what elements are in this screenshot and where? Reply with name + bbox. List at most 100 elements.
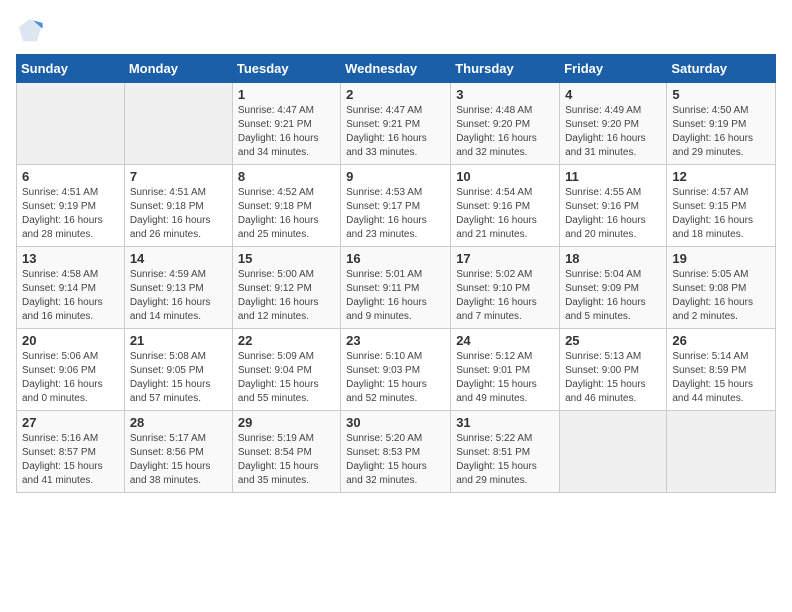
- calendar-cell: 12 Sunrise: 4:57 AM Sunset: 9:15 PM Dayli…: [667, 165, 776, 247]
- calendar-table: SundayMondayTuesdayWednesdayThursdayFrid…: [16, 54, 776, 493]
- calendar-cell: 25 Sunrise: 5:13 AM Sunset: 9:00 PM Dayli…: [560, 329, 667, 411]
- calendar-cell: 30 Sunrise: 5:20 AM Sunset: 8:53 PM Dayli…: [341, 411, 451, 493]
- day-number: 29: [238, 415, 335, 430]
- day-number: 8: [238, 169, 335, 184]
- day-info: Sunrise: 4:49 AM Sunset: 9:20 PM Dayligh…: [565, 104, 661, 160]
- calendar-cell: [667, 411, 776, 493]
- calendar-cell: 24Sunrise: 5:12 AM Sunset: 9:01 PM Dayli…: [451, 329, 560, 411]
- day-info: Sunrise: 5:16 AM Sunset: 8:57 PM Dayligh…: [22, 432, 119, 488]
- calendar-cell: 3 Sunrise: 4:48 AM Sunset: 9:20 PM Daylig…: [451, 83, 560, 165]
- day-info: Sunrise: 5:19 AM Sunset: 8:54 PM Dayligh…: [238, 432, 335, 488]
- day-number: 16: [346, 251, 445, 266]
- day-info: Sunrise: 5:04 AM Sunset: 9:09 PM Dayligh…: [565, 268, 661, 324]
- day-number: 22: [238, 333, 335, 348]
- calendar-cell: 4 Sunrise: 4:49 AM Sunset: 9:20 PM Daylig…: [560, 83, 667, 165]
- calendar-cell: [17, 83, 125, 165]
- calendar-cell: 23 Sunrise: 5:10 AM Sunset: 9:03 PM Dayli…: [341, 329, 451, 411]
- day-number: 2: [346, 87, 445, 102]
- calendar-cell: 1Sunrise: 4:47 AM Sunset: 9:21 PM Daylig…: [232, 83, 340, 165]
- calendar-cell: 7 Sunrise: 4:51 AM Sunset: 9:18 PM Daylig…: [124, 165, 232, 247]
- day-number: 10: [456, 169, 554, 184]
- day-info: Sunrise: 4:50 AM Sunset: 9:19 PM Dayligh…: [672, 104, 770, 160]
- calendar-cell: 28Sunrise: 5:17 AM Sunset: 8:56 PM Dayli…: [124, 411, 232, 493]
- day-info: Sunrise: 5:10 AM Sunset: 9:03 PM Dayligh…: [346, 350, 445, 406]
- calendar-week-row: 6 Sunrise: 4:51 AM Sunset: 9:19 PM Daylig…: [17, 165, 776, 247]
- calendar-cell: 19 Sunrise: 5:05 AM Sunset: 9:08 PM Dayli…: [667, 247, 776, 329]
- day-number: 20: [22, 333, 119, 348]
- calendar-cell: 18 Sunrise: 5:04 AM Sunset: 9:09 PM Dayli…: [560, 247, 667, 329]
- calendar-cell: 2 Sunrise: 4:47 AM Sunset: 9:21 PM Daylig…: [341, 83, 451, 165]
- calendar-cell: 17Sunrise: 5:02 AM Sunset: 9:10 PM Dayli…: [451, 247, 560, 329]
- day-info: Sunrise: 5:13 AM Sunset: 9:00 PM Dayligh…: [565, 350, 661, 406]
- day-number: 12: [672, 169, 770, 184]
- day-number: 6: [22, 169, 119, 184]
- calendar-cell: 15 Sunrise: 5:00 AM Sunset: 9:12 PM Dayli…: [232, 247, 340, 329]
- day-info: Sunrise: 5:01 AM Sunset: 9:11 PM Dayligh…: [346, 268, 445, 324]
- logo: [16, 16, 48, 44]
- weekday-header-monday: Monday: [124, 55, 232, 83]
- calendar-cell: 22 Sunrise: 5:09 AM Sunset: 9:04 PM Dayli…: [232, 329, 340, 411]
- calendar-cell: 13Sunrise: 4:58 AM Sunset: 9:14 PM Dayli…: [17, 247, 125, 329]
- day-info: Sunrise: 4:55 AM Sunset: 9:16 PM Dayligh…: [565, 186, 661, 242]
- calendar-week-row: 20 Sunrise: 5:06 AM Sunset: 9:06 PM Dayli…: [17, 329, 776, 411]
- day-number: 5: [672, 87, 770, 102]
- day-info: Sunrise: 4:47 AM Sunset: 9:21 PM Dayligh…: [346, 104, 445, 160]
- day-info: Sunrise: 4:59 AM Sunset: 9:13 PM Dayligh…: [130, 268, 227, 324]
- day-number: 9: [346, 169, 445, 184]
- weekday-header-tuesday: Tuesday: [232, 55, 340, 83]
- day-info: Sunrise: 5:20 AM Sunset: 8:53 PM Dayligh…: [346, 432, 445, 488]
- calendar-cell: 11 Sunrise: 4:55 AM Sunset: 9:16 PM Dayli…: [560, 165, 667, 247]
- day-number: 18: [565, 251, 661, 266]
- day-info: Sunrise: 4:48 AM Sunset: 9:20 PM Dayligh…: [456, 104, 554, 160]
- calendar-week-row: 27Sunrise: 5:16 AM Sunset: 8:57 PM Dayli…: [17, 411, 776, 493]
- calendar-week-row: 1 Sunrise: 4:47 AM Sunset: 9:21 PM Daylig…: [17, 83, 776, 165]
- day-number: 11: [565, 169, 661, 184]
- day-info: Sunrise: 4:54 AM Sunset: 9:16 PM Dayligh…: [456, 186, 554, 242]
- logo-icon: [16, 16, 44, 44]
- day-info: Sunrise: 5:17 AM Sunset: 8:56 PM Dayligh…: [130, 432, 227, 488]
- calendar-cell: 16 Sunrise: 5:01 AM Sunset: 9:11 PM Dayli…: [341, 247, 451, 329]
- day-info: Sunrise: 5:06 AM Sunset: 9:06 PM Dayligh…: [22, 350, 119, 406]
- day-info: Sunrise: 4:57 AM Sunset: 9:15 PM Dayligh…: [672, 186, 770, 242]
- day-number: 7: [130, 169, 227, 184]
- day-info: Sunrise: 4:51 AM Sunset: 9:19 PM Dayligh…: [22, 186, 119, 242]
- calendar-cell: [560, 411, 667, 493]
- day-number: 4: [565, 87, 661, 102]
- calendar-cell: 29 Sunrise: 5:19 AM Sunset: 8:54 PM Dayli…: [232, 411, 340, 493]
- weekday-header-friday: Friday: [560, 55, 667, 83]
- calendar-cell: 21 Sunrise: 5:08 AM Sunset: 9:05 PM Dayli…: [124, 329, 232, 411]
- calendar-week-row: 13Sunrise: 4:58 AM Sunset: 9:14 PM Dayli…: [17, 247, 776, 329]
- day-info: Sunrise: 4:51 AM Sunset: 9:18 PM Dayligh…: [130, 186, 227, 242]
- calendar-cell: 26Sunrise: 5:14 AM Sunset: 8:59 PM Dayli…: [667, 329, 776, 411]
- calendar-cell: 20 Sunrise: 5:06 AM Sunset: 9:06 PM Dayli…: [17, 329, 125, 411]
- calendar-cell: 5 Sunrise: 4:50 AM Sunset: 9:19 PM Daylig…: [667, 83, 776, 165]
- day-number: 23: [346, 333, 445, 348]
- day-number: 14: [130, 251, 227, 266]
- day-info: Sunrise: 4:52 AM Sunset: 9:18 PM Dayligh…: [238, 186, 335, 242]
- day-number: 21: [130, 333, 227, 348]
- day-number: 13: [22, 251, 119, 266]
- weekday-header-wednesday: Wednesday: [341, 55, 451, 83]
- day-info: Sunrise: 5:08 AM Sunset: 9:05 PM Dayligh…: [130, 350, 227, 406]
- weekday-header-row: SundayMondayTuesdayWednesdayThursdayFrid…: [17, 55, 776, 83]
- day-number: 30: [346, 415, 445, 430]
- calendar-cell: [124, 83, 232, 165]
- calendar-cell: 6 Sunrise: 4:51 AM Sunset: 9:19 PM Daylig…: [17, 165, 125, 247]
- day-number: 31: [456, 415, 554, 430]
- day-info: Sunrise: 5:12 AM Sunset: 9:01 PM Dayligh…: [456, 350, 554, 406]
- day-info: Sunrise: 4:53 AM Sunset: 9:17 PM Dayligh…: [346, 186, 445, 242]
- day-number: 15: [238, 251, 335, 266]
- calendar-cell: 8 Sunrise: 4:52 AM Sunset: 9:18 PM Daylig…: [232, 165, 340, 247]
- day-info: Sunrise: 5:09 AM Sunset: 9:04 PM Dayligh…: [238, 350, 335, 406]
- day-number: 26: [672, 333, 770, 348]
- day-number: 19: [672, 251, 770, 266]
- day-number: 25: [565, 333, 661, 348]
- day-number: 1: [238, 87, 335, 102]
- header: [16, 16, 776, 44]
- day-info: Sunrise: 5:00 AM Sunset: 9:12 PM Dayligh…: [238, 268, 335, 324]
- calendar-cell: 31Sunrise: 5:22 AM Sunset: 8:51 PM Dayli…: [451, 411, 560, 493]
- day-info: Sunrise: 5:05 AM Sunset: 9:08 PM Dayligh…: [672, 268, 770, 324]
- calendar-cell: 9 Sunrise: 4:53 AM Sunset: 9:17 PM Daylig…: [341, 165, 451, 247]
- weekday-header-saturday: Saturday: [667, 55, 776, 83]
- day-number: 3: [456, 87, 554, 102]
